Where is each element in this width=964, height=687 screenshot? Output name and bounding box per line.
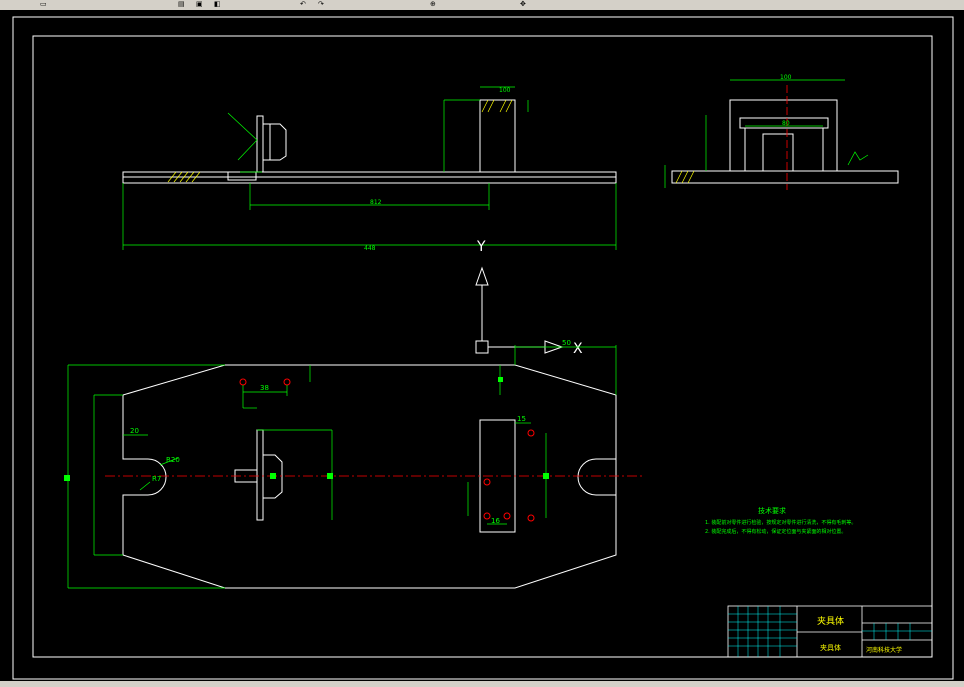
side-hatch — [675, 170, 695, 184]
title-school: 河南科技大学 — [866, 646, 902, 654]
dim-38: 38 — [260, 384, 269, 392]
redo-icon[interactable]: ↷ — [318, 0, 324, 8]
cad-drawing: 812 448 100 100 80 Y X 20 R20 R7 38 50 1… — [12, 16, 954, 680]
dim-80: 80 — [782, 120, 790, 127]
front-hatch — [167, 99, 513, 183]
notes-title: 技术要求 — [758, 506, 786, 515]
save-icon[interactable]: ▣ — [196, 0, 203, 8]
plan-holes — [239, 378, 535, 522]
dim-50: 50 — [562, 339, 571, 347]
axis-x-label: X — [573, 341, 583, 357]
dim-r7: R7 — [152, 475, 161, 483]
file-icon[interactable]: ▭ — [40, 0, 47, 8]
dim-15: 15 — [517, 415, 526, 423]
dim-100-top: 100 — [499, 87, 511, 94]
title-drawing-name: 夹具体 — [817, 615, 844, 627]
ucs-axes — [475, 266, 564, 354]
title-part-name: 夹具体 — [820, 643, 841, 652]
inner-frame — [32, 35, 933, 658]
dim-16: 16 — [491, 517, 500, 525]
notes-line-1: 1. 装配前对零件进行检验，按规定对零件进行清洗，不得有毛刺等。 — [705, 519, 856, 526]
dim-448: 448 — [364, 245, 376, 252]
plan-dimensions — [67, 345, 617, 589]
front-view — [122, 99, 617, 184]
dim-100-side: 100 — [780, 74, 792, 81]
axis-y-label: Y — [476, 239, 486, 255]
outer-frame — [12, 16, 954, 680]
plan-view — [122, 364, 617, 589]
zoom-icon[interactable]: ⊕ — [430, 0, 436, 8]
undo-icon[interactable]: ↶ — [300, 0, 306, 8]
open-icon[interactable]: ▤ — [178, 0, 185, 8]
dim-r20: R20 — [166, 456, 180, 464]
dim-812: 812 — [370, 199, 382, 206]
print-icon[interactable]: ◧ — [214, 0, 221, 8]
statusbar — [0, 681, 964, 687]
notes-line-2: 2. 装配完成后，不得有松动，保证定位面与夹紧面的相对位置。 — [705, 528, 846, 535]
front-dimensions — [122, 86, 617, 250]
pan-icon[interactable]: ✥ — [520, 0, 526, 8]
dim-20: 20 — [130, 427, 139, 435]
drawing-canvas[interactable]: 812 448 100 100 80 Y X 20 R20 R7 38 50 1… — [0, 10, 964, 681]
